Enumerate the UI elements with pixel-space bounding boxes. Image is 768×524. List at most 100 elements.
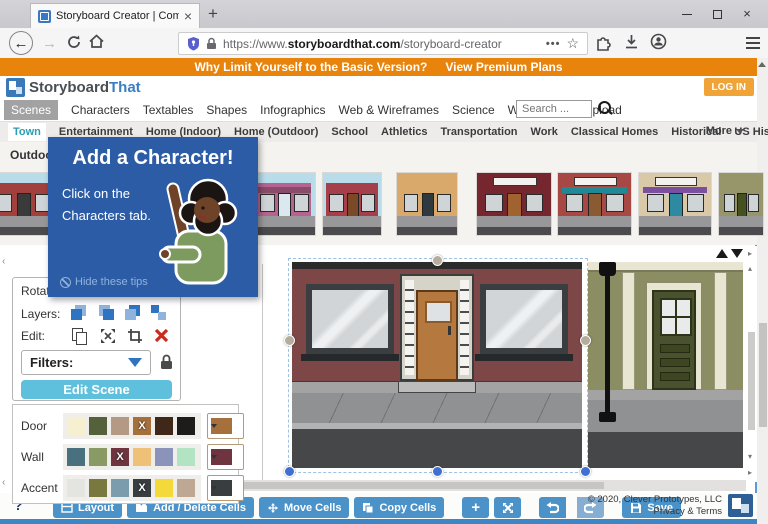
undo-button[interactable]	[539, 497, 566, 518]
swatch-wall-0[interactable]	[67, 448, 85, 466]
swatch-door-3[interactable]: X	[133, 417, 151, 435]
scene-thumbnail-olive-townhouse[interactable]	[718, 172, 764, 236]
swatch-accent-1[interactable]	[89, 479, 107, 497]
swatch-door-4[interactable]	[155, 417, 173, 435]
swatch-door-0[interactable]	[67, 417, 85, 435]
maximize-button[interactable]	[702, 0, 732, 28]
reload-icon[interactable]	[66, 34, 82, 50]
swatch-wall-4[interactable]	[155, 448, 173, 466]
page-actions-icon[interactable]: •••	[546, 38, 561, 50]
login-button[interactable]: LOG IN	[704, 78, 754, 96]
canvas-scroll-right-icon2[interactable]: ▸	[748, 468, 752, 477]
swatch-accent-3[interactable]: X	[133, 479, 151, 497]
subnav-item-transportation[interactable]: Transportation	[441, 126, 518, 138]
swatch-accent-5[interactable]	[177, 479, 195, 497]
canvas-horizontal-scrollbar[interactable]	[180, 480, 746, 491]
palette-dropdown-accent[interactable]	[207, 475, 244, 501]
profile-icon[interactable]	[650, 33, 667, 50]
search-icon[interactable]	[598, 101, 611, 114]
view-premium-plans-link[interactable]: View Premium Plans	[445, 60, 562, 74]
scene-thumbnail-cafe-purple-awnings[interactable]	[638, 172, 712, 236]
panel-collapse-icon2[interactable]: ‹	[2, 477, 5, 488]
bring-forward-icon[interactable]	[99, 305, 115, 321]
canvas-scroll-down-arrow[interactable]: ▾	[748, 452, 752, 461]
premium-banner[interactable]: Why Limit Yourself to the Basic Version?…	[0, 58, 757, 76]
url-bar[interactable]: https://www.storyboardthat.com/storyboar…	[178, 32, 588, 55]
new-tab-button[interactable]: +	[208, 4, 218, 24]
selection-handle-bottom-left[interactable]	[284, 466, 295, 477]
delete-x-icon[interactable]	[153, 327, 170, 344]
selection-handle-left[interactable]	[284, 335, 295, 346]
swatch-wall-5[interactable]	[177, 448, 195, 466]
swatch-door-1[interactable]	[89, 417, 107, 435]
canvas-vscroll-thumb[interactable]	[748, 332, 755, 430]
canvas-scroll-up-arrow[interactable]: ▴	[748, 264, 752, 273]
copy-element-icon[interactable]	[71, 328, 87, 344]
subnav-item-work[interactable]: Work	[531, 126, 558, 138]
storyboardthat-logo-icon[interactable]	[6, 78, 25, 97]
canvas-scroll-right-icon[interactable]: ▸	[748, 249, 752, 258]
send-to-back-icon[interactable]	[151, 305, 167, 321]
browser-tab[interactable]: Storyboard Creator | Comic Stri ×	[30, 3, 200, 28]
lock-element-icon[interactable]	[159, 354, 174, 371]
canvas-scroll-down-icon[interactable]	[731, 249, 743, 258]
tab-close-icon[interactable]: ×	[184, 9, 192, 23]
selection-handle-bottom[interactable]	[432, 466, 443, 477]
tab-web-wireframes[interactable]: Web & Wireframes	[339, 103, 439, 117]
minimize-button[interactable]	[672, 0, 702, 28]
swatch-wall-3[interactable]	[133, 448, 151, 466]
back-button[interactable]: ←	[9, 31, 33, 55]
edit-scene-button[interactable]: Edit Scene	[21, 380, 172, 399]
bring-to-front-icon[interactable]	[71, 305, 87, 321]
add-cell-button[interactable]: +	[462, 497, 489, 518]
more-menu[interactable]: More	[706, 125, 744, 137]
panel-collapse-icon[interactable]: ‹	[2, 256, 5, 267]
swatch-accent-2[interactable]	[111, 479, 129, 497]
canvas-hscroll-thumb[interactable]	[184, 482, 604, 489]
subnav-item-school[interactable]: School	[331, 126, 368, 138]
bookmark-star-icon[interactable]: ☆	[566, 35, 579, 52]
scene-thumbnail-theater-street[interactable]	[322, 172, 382, 236]
subnav-item-town[interactable]: Town	[8, 123, 46, 141]
swatch-wall-1[interactable]	[89, 448, 107, 466]
subnav-item-classical-homes[interactable]: Classical Homes	[571, 126, 658, 138]
footer-logo-icon[interactable]	[728, 494, 753, 517]
crop-icon[interactable]	[127, 328, 143, 344]
window-close-button[interactable]: ×	[732, 0, 762, 28]
storyboard-cell-2[interactable]	[588, 262, 743, 468]
page-scrollbar-thumb[interactable]	[759, 323, 767, 427]
privacy-terms-link[interactable]: Privacy & Terms	[588, 506, 722, 518]
scene-thumbnail-street-corner-pink-awning[interactable]	[252, 172, 316, 236]
send-backward-icon[interactable]	[125, 305, 141, 321]
swatch-door-2[interactable]	[111, 417, 129, 435]
selection-handle-top[interactable]	[432, 255, 443, 266]
scene-thumbnail-teal-awning-shop[interactable]	[557, 172, 632, 236]
scene-thumbnail-dark-red-storefront[interactable]	[476, 172, 552, 236]
extension-puzzle-icon[interactable]	[595, 34, 612, 51]
forward-button[interactable]: →	[42, 35, 57, 52]
search-input[interactable]	[516, 100, 592, 118]
subnav-item-athletics[interactable]: Athletics	[381, 126, 427, 138]
hide-tips-link[interactable]: Hide these tips	[60, 276, 148, 288]
tab-textables[interactable]: Textables	[143, 103, 194, 117]
resize-cells-button[interactable]	[494, 497, 521, 518]
tab-characters[interactable]: Characters	[71, 103, 130, 117]
menu-hamburger-icon[interactable]	[746, 37, 760, 39]
selection-handle-right[interactable]	[580, 335, 591, 346]
swatch-door-5[interactable]	[177, 417, 195, 435]
copy-cells-button[interactable]: Copy Cells	[354, 497, 444, 518]
canvas-vertical-scrollbar[interactable]: ▸ ▴ ▾ ▸	[746, 246, 757, 482]
filters-dropdown[interactable]: Filters:	[21, 350, 151, 375]
swatch-accent-0[interactable]	[67, 479, 85, 497]
tab-scenes[interactable]: Scenes	[4, 100, 58, 120]
swatch-accent-4[interactable]	[155, 479, 173, 497]
brand-name[interactable]: StoryboardThat	[29, 79, 141, 96]
resize-icon[interactable]	[100, 328, 116, 344]
download-icon[interactable]	[624, 34, 639, 50]
palette-dropdown-wall[interactable]	[207, 444, 244, 470]
storyboard-cell-1[interactable]	[292, 262, 582, 468]
tab-science[interactable]: Science	[452, 103, 495, 117]
tab-infographics[interactable]: Infographics	[260, 103, 325, 117]
selection-handle-bottom-right[interactable]	[580, 466, 591, 477]
scene-thumbnail-newsstand[interactable]	[396, 172, 458, 236]
